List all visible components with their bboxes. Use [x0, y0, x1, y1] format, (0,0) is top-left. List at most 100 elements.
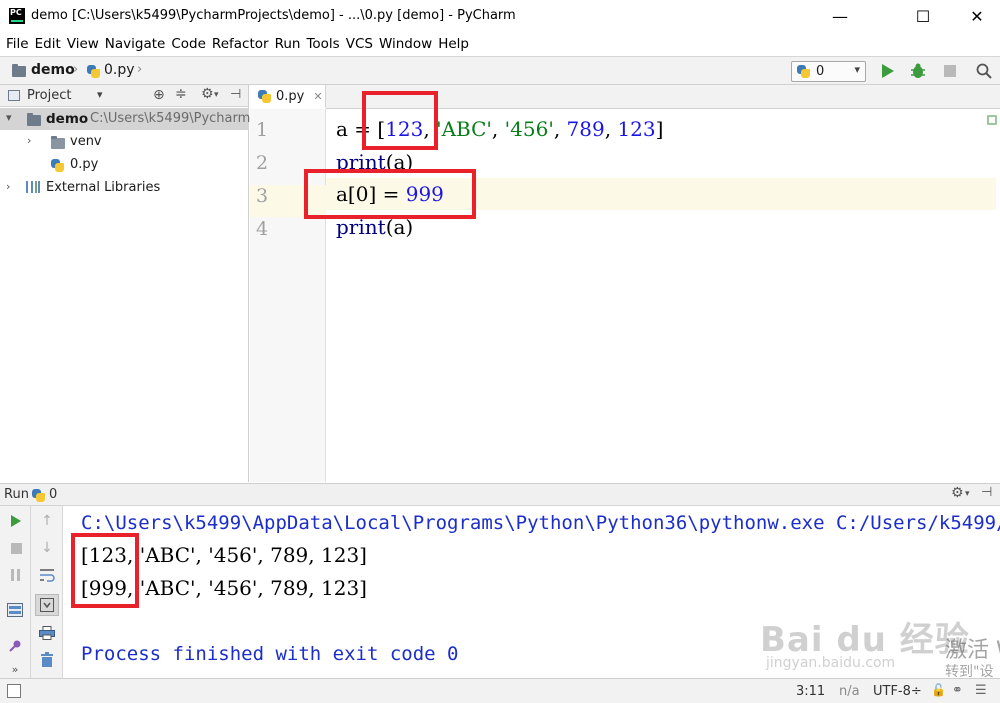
stop-icon[interactable] [941, 62, 959, 80]
menu-navigate[interactable]: Navigate [103, 36, 170, 52]
watermark-brand: Bai du 经验 [760, 620, 970, 660]
run-toolbar-right: ↑ ↓ [31, 506, 63, 678]
menu-run[interactable]: Run [273, 36, 305, 52]
chevron-down-icon: ▾ [854, 63, 860, 76]
pause-icon[interactable] [7, 566, 25, 584]
pin-icon[interactable] [6, 637, 24, 655]
folder-icon [27, 113, 41, 126]
chevron-down-icon[interactable]: ▾ [965, 489, 970, 499]
trash-icon[interactable] [38, 651, 56, 669]
title-bar: PC demo [C:\Users\k5499\PycharmProjects\… [0, 0, 1000, 32]
code-token-txt: ] [655, 117, 664, 141]
tree-item-label: venv [70, 134, 102, 149]
code-token-num: 789 [566, 117, 605, 141]
python-file-icon [51, 159, 64, 172]
code-token-str: 'ABC' [436, 117, 492, 141]
project-panel-header: Project ▾ ⊕ ≑ ⚙ ▾ ⊣ [0, 85, 248, 107]
highlight-box-first-element [362, 91, 438, 150]
menu-view[interactable]: View [65, 36, 103, 52]
scroll-from-source-icon[interactable]: ⊕ [153, 87, 165, 103]
tree-item-demo[interactable]: ▾ demo C:\Users\k5499\PycharmProjects [0, 108, 302, 130]
breadcrumb-project[interactable]: demo [31, 62, 75, 78]
project-panel-title[interactable]: Project [27, 88, 71, 103]
menu-vcs[interactable]: VCS [344, 36, 377, 52]
more-icon[interactable]: » [6, 660, 24, 678]
menu-help[interactable]: Help [436, 36, 473, 52]
minimize-button[interactable]: — [817, 0, 863, 32]
inspection-ok-icon[interactable] [987, 115, 997, 125]
project-view-icon [8, 90, 20, 101]
library-icon [26, 181, 40, 193]
menu-tools[interactable]: Tools [304, 36, 343, 52]
caret-position[interactable]: 3:11 [796, 684, 825, 699]
arrow-down-icon[interactable]: ↓ [38, 539, 56, 557]
scroll-to-end-icon[interactable] [35, 594, 59, 616]
console-finish-message: Process finished with exit code 0 [81, 643, 459, 665]
menu-file[interactable]: File [4, 36, 33, 52]
tree-item-0py[interactable]: 0.py [0, 154, 249, 176]
run-config-selector[interactable]: 0 ▾ [791, 61, 866, 82]
chevron-down-icon[interactable]: ▾ [214, 90, 219, 100]
maximize-button[interactable]: ☐ [900, 0, 946, 32]
python-file-icon [258, 89, 271, 103]
close-tab-icon[interactable]: ✕ [313, 90, 322, 103]
event-log-icon[interactable]: ☰ [975, 683, 987, 698]
menu-window[interactable]: Window [377, 36, 436, 52]
debug-icon[interactable] [909, 62, 927, 80]
windows-activation-text: 激活 W [945, 638, 1000, 663]
menu-code[interactable]: Code [169, 36, 210, 52]
gear-icon[interactable]: ⚙ [201, 86, 214, 102]
python-file-icon [797, 65, 810, 78]
code-token-txt: , [553, 117, 567, 141]
line-number-gutter: 1 2 3 4 [250, 109, 326, 482]
pycharm-logo-icon: PC [9, 8, 25, 24]
project-tool-window: Project ▾ ⊕ ≑ ⚙ ▾ ⊣ ▾ demo C:\Users\k549… [0, 85, 302, 482]
search-icon[interactable] [975, 62, 993, 80]
tree-item-external-libraries[interactable]: › External Libraries [0, 177, 249, 199]
breadcrumb-file[interactable]: 0.py [104, 62, 135, 78]
code-token-str: '456' [504, 117, 554, 141]
git-branch-icon[interactable]: ⚭ [952, 683, 963, 698]
soft-wrap-icon[interactable] [38, 566, 56, 584]
code-token-txt: , [604, 117, 618, 141]
line-number: 4 [256, 218, 269, 240]
tree-item-venv[interactable]: › venv [0, 131, 249, 153]
run-toolbar-left: » [0, 506, 31, 678]
collapse-arrow-icon[interactable]: › [27, 134, 31, 147]
gear-icon[interactable]: ⚙ [951, 485, 964, 501]
run-panel-header: Run 0 ⚙ ▾ ⊣ [0, 483, 1000, 506]
stop-icon[interactable] [7, 539, 25, 557]
python-file-icon [87, 65, 100, 78]
folder-icon [12, 64, 26, 77]
collapse-all-icon[interactable]: ≑ [175, 86, 187, 102]
menu-edit[interactable]: Edit [33, 36, 65, 52]
lock-icon[interactable]: 🔓 [931, 683, 946, 697]
chevron-down-icon[interactable]: ▾ [97, 88, 103, 101]
tab-0py[interactable]: 0.py ✕ [250, 85, 326, 109]
layout-icon[interactable] [6, 601, 24, 619]
watermark-url: jingyan.baidu.com [766, 655, 896, 671]
breadcrumb-separator-icon: › [137, 62, 143, 77]
hide-panel-icon[interactable]: ⊣ [981, 485, 992, 500]
code-token-txt: , [491, 117, 505, 141]
arrow-up-icon[interactable]: ↑ [38, 512, 56, 530]
run-config-tab[interactable]: 0 [49, 487, 57, 502]
status-bar: 3:11 n/a UTF-8÷ 🔓 ⚭ ☰ [0, 678, 1000, 703]
print-icon[interactable] [38, 624, 56, 642]
menu-refactor[interactable]: Refactor [210, 36, 273, 52]
line-separator[interactable]: n/a [839, 684, 860, 699]
collapse-arrow-icon[interactable]: › [6, 180, 10, 193]
folder-icon [51, 136, 65, 149]
line-number: 2 [256, 152, 269, 174]
hide-panel-icon[interactable]: ⊣ [230, 87, 241, 102]
close-button[interactable]: ✕ [954, 0, 1000, 32]
file-encoding[interactable]: UTF-8÷ [873, 684, 922, 699]
rerun-icon[interactable] [7, 512, 25, 530]
tab-label: 0.py [276, 88, 305, 104]
run-panel-title[interactable]: Run [4, 487, 29, 502]
menu-bar: File Edit View Navigate Code Refactor Ru… [0, 32, 1000, 56]
run-icon[interactable] [879, 62, 897, 80]
expand-arrow-icon[interactable]: ▾ [6, 111, 12, 124]
toggle-tool-windows-icon[interactable] [7, 684, 21, 698]
console-command-line: C:\Users\k5499\AppData\Local\Programs\Py… [81, 512, 1000, 534]
